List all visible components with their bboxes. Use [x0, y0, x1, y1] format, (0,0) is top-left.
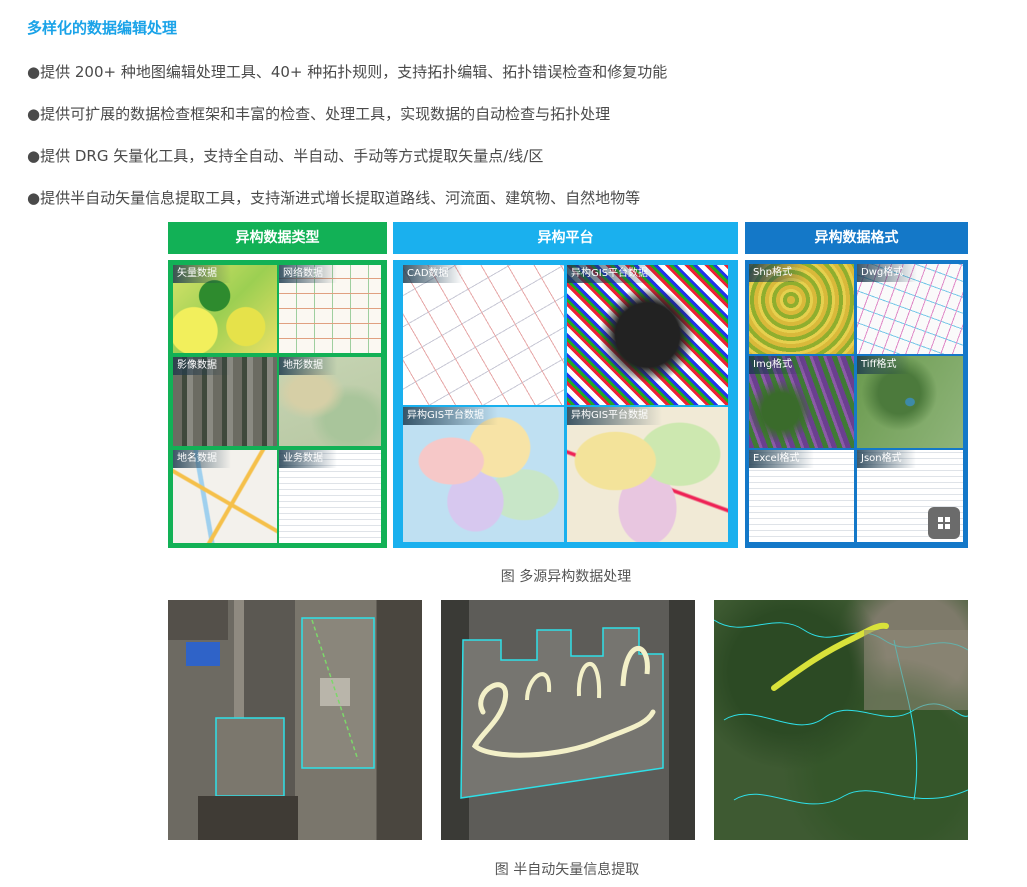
formats-header: 异构数据格式 — [745, 222, 968, 254]
tile-dwg-format: Dwg格式 — [857, 264, 963, 354]
tile-json-format: Json格式 — [857, 450, 963, 542]
data-types-panel: 异构数据类型 矢量数据 网络数据 影像数据 地形数据 地名数据 业务数据 — [168, 222, 387, 548]
tile-label: 影像数据 — [173, 357, 231, 375]
tile-label: 异构GIS平台数据 — [403, 407, 499, 425]
tile-label: Json格式 — [857, 450, 916, 468]
tile-label: Img格式 — [749, 356, 807, 374]
grid-icon — [938, 517, 950, 529]
tile-excel-format: Excel格式 — [749, 450, 854, 542]
data-types-body: 矢量数据 网络数据 影像数据 地形数据 地名数据 业务数据 — [168, 260, 387, 548]
data-types-header: 异构数据类型 — [168, 222, 387, 254]
platforms-body: CAD数据 异构GIS平台数据 异构GIS平台数据 异构GIS平台数据 — [393, 260, 738, 548]
tile-label: 地名数据 — [173, 450, 231, 468]
tile-label: CAD数据 — [403, 265, 463, 283]
tile-label: 业务数据 — [279, 450, 337, 468]
bullet-semi-auto-extract: ●提供半自动矢量信息提取工具，支持渐进式增长提取道路线、河流面、建筑物、自然地物… — [27, 189, 641, 207]
tile-vector-data: 矢量数据 — [173, 265, 277, 353]
qr-code-button[interactable] — [928, 507, 960, 539]
bullet-drg-vectorize: ●提供 DRG 矢量化工具，支持全自动、半自动、手动等方式提取矢量点/线/区 — [27, 147, 544, 165]
photo-building-extraction — [168, 600, 422, 840]
figure-caption-semi-auto: 图 半自动矢量信息提取 — [494, 862, 640, 878]
photo-road-extraction — [441, 600, 695, 840]
tile-label: 异构GIS平台数据 — [567, 265, 663, 283]
tile-label: 网络数据 — [279, 265, 337, 283]
tile-img-format: Img格式 — [749, 356, 854, 448]
tile-network-data: 网络数据 — [279, 265, 381, 353]
tile-imagery-data: 影像数据 — [173, 357, 277, 446]
tile-gis-platform-1: 异构GIS平台数据 — [567, 265, 728, 405]
bullet-topology-tools: ●提供 200+ 种地图编辑处理工具、40+ 种拓扑规则，支持拓扑编辑、拓扑错误… — [27, 63, 668, 81]
vegetation-trace-overlay — [714, 619, 968, 805]
tile-shp-format: Shp格式 — [749, 264, 854, 354]
road-trace-overlay — [441, 600, 695, 840]
tile-label: 异构GIS平台数据 — [567, 407, 663, 425]
building-outline-overlay — [168, 600, 375, 840]
formats-panel: 异构数据格式 Shp格式 Dwg格式 Img格式 Tiff格式 Excel格式 … — [745, 222, 968, 548]
tile-terrain-data: 地形数据 — [279, 357, 381, 446]
bullet-check-framework: ●提供可扩展的数据检查框架和丰富的检查、处理工具，实现数据的自动检查与拓扑处理 — [27, 105, 611, 123]
tile-gis-platform-3: 异构GIS平台数据 — [567, 407, 728, 542]
tile-placename-data: 地名数据 — [173, 450, 277, 543]
tile-label: Dwg格式 — [857, 264, 918, 282]
tile-tiff-format: Tiff格式 — [857, 356, 963, 448]
tile-label: Shp格式 — [749, 264, 807, 282]
platforms-panel: 异构平台 CAD数据 异构GIS平台数据 异构GIS平台数据 异构GIS平台数据 — [393, 222, 738, 548]
formats-body: Shp格式 Dwg格式 Img格式 Tiff格式 Excel格式 Json格式 — [745, 260, 968, 548]
tile-cad-data: CAD数据 — [403, 265, 564, 405]
platforms-header: 异构平台 — [393, 222, 738, 254]
photo-vegetation-extraction — [714, 600, 968, 840]
tile-business-data: 业务数据 — [279, 450, 381, 543]
section-title: 多样化的数据编辑处理 — [27, 19, 178, 37]
figure-caption-multisource: 图 多源异构数据处理 — [500, 569, 632, 585]
tile-gis-platform-2: 异构GIS平台数据 — [403, 407, 564, 542]
tile-label: 矢量数据 — [173, 265, 231, 283]
tile-label: Excel格式 — [749, 450, 814, 468]
tile-label: 地形数据 — [279, 357, 337, 375]
tile-label: Tiff格式 — [857, 356, 911, 374]
